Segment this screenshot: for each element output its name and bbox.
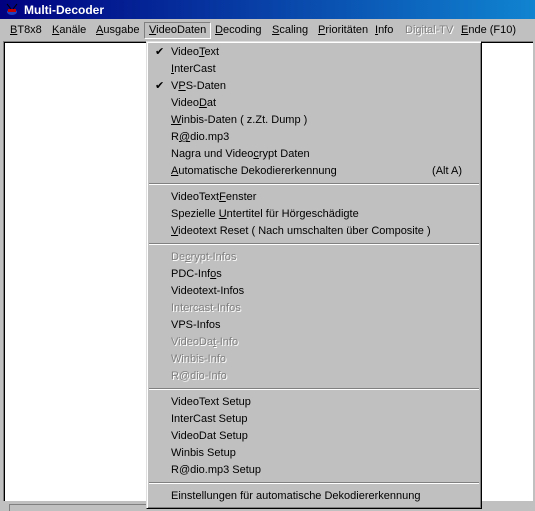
title-bar[interactable]: Multi-Decoder — [0, 0, 535, 19]
label-part: Video — [171, 46, 199, 58]
menu-separator — [148, 240, 480, 249]
label-part: utomatische Dekodiererkennung — [178, 165, 337, 177]
checkmark-icon: ✔ — [155, 80, 165, 92]
menu-item-videodat-info[interactable]: VideoDat-Info — [148, 334, 480, 351]
label-part: Video — [171, 97, 199, 109]
menu-videodaten[interactable]: VideoDaten — [144, 22, 212, 39]
label-part: VPS-Infos — [171, 319, 221, 331]
label-part: at — [206, 97, 217, 109]
menu-item-videotext[interactable]: ✔ VideoText — [148, 44, 480, 61]
label-part: Intercast-Infos — [171, 302, 241, 314]
label-part: nfo — [378, 24, 394, 36]
label-part: ecoding — [222, 24, 262, 36]
videodaten-dropdown-menu: ✔ VideoText InterCast ✔ VPS-Daten VideoDat Win… — [146, 41, 482, 509]
menu-item-einstellungen-f-r-automatische-dekodiererkennung[interactable]: Einstellungen für automatische Dekodiere… — [148, 488, 480, 505]
label-part: s — [216, 268, 222, 280]
window-title: Multi-Decoder — [24, 3, 105, 17]
menu-decoding[interactable]: Decoding — [215, 24, 262, 36]
mnemonic-letter: @ — [178, 131, 191, 143]
label-part: InterCast Setup — [171, 413, 248, 425]
menu-ausgabe[interactable]: Ausgabe — [96, 24, 139, 36]
menu-separator — [148, 385, 480, 394]
label-part: VideoDat Setup — [171, 430, 248, 442]
label-part: Winbis Setup — [171, 447, 236, 459]
menu-bar: BT8x8 Kanäle Ausgabe VideoDaten Decoding Scal… — [0, 20, 535, 41]
menu-ende-f10[interactable]: Ende (F10) — [461, 24, 516, 36]
mnemonic-letter: D — [215, 24, 223, 36]
label-part: Winbis-Info — [171, 353, 227, 365]
shortcut-label: (Alt A) — [432, 165, 462, 177]
menu-item-spezielle-untertitel-f-r-h-rgesch-digte[interactable]: Spezielle Untertitel für Hörgeschädigte — [148, 206, 480, 223]
label-part: Spezielle — [171, 208, 219, 220]
menu-item-videotextfenster[interactable]: VideoTextFenster — [148, 189, 480, 206]
app-satellite-icon[interactable] — [5, 3, 19, 16]
label-part: nde (F10) — [468, 24, 517, 36]
label-part: anäle — [59, 24, 87, 36]
menu-item-videodat-setup[interactable]: VideoDat Setup — [148, 428, 480, 445]
menu-item-r-dio-mp3-setup[interactable]: R@dio.mp3 Setup — [148, 462, 480, 479]
label-part: De — [171, 251, 186, 263]
menu-item-r-dio-info[interactable]: R@dio-Info — [148, 368, 480, 385]
menu-separator — [148, 180, 480, 189]
label-part: ntertitel für Hörgeschädigte — [226, 208, 359, 220]
label-part: Videotext-Infos — [171, 285, 245, 297]
menu-info[interactable]: Info — [375, 24, 393, 36]
menu-item-r-dio-mp3[interactable]: R@dio.mp3 — [148, 129, 480, 146]
menu-digital-tv[interactable]: Digital-TV — [405, 24, 453, 36]
label-part: usgabe — [103, 24, 140, 36]
label-part: ext — [204, 46, 220, 58]
menu-item-intercast-infos[interactable]: Intercast-Infos — [148, 300, 480, 317]
menu-item-videotext-infos[interactable]: Videotext-Infos — [148, 283, 480, 300]
menu-bt8x8[interactable]: BT8x8 — [10, 24, 42, 36]
mnemonic-letter: P — [178, 80, 186, 92]
label-part: R@dio-Info — [171, 370, 227, 382]
menu-item-videotext-setup[interactable]: VideoText Setup — [148, 394, 480, 411]
menu-item-pdc-infos[interactable]: PDC-Infos — [148, 266, 480, 283]
menu-item-intercast[interactable]: InterCast — [148, 61, 480, 78]
menu-item-automatische-dekodiererkennung[interactable]: Automatische Dekodiererkennung (Alt A) — [148, 163, 480, 180]
label-part: ideoDaten — [156, 24, 207, 36]
menu-item-videotext-reset-nach-umschalten-ber-composite[interactable]: Videotext Reset ( Nach umschalten über C… — [148, 223, 480, 240]
label-part: Nagra und Video — [171, 148, 254, 160]
menu-item-decrypt-infos[interactable]: Decrypt-Infos — [148, 249, 480, 266]
menu-item-nagra-und-videocrypt-daten[interactable]: Nagra und Videocrypt Daten — [148, 146, 480, 163]
label-part: dio.mp3 — [190, 131, 230, 143]
menu-item-intercast-setup[interactable]: InterCast Setup — [148, 411, 480, 428]
label-part: enster — [225, 191, 257, 203]
menu-priorit-ten[interactable]: Prioritäten — [318, 24, 368, 36]
menu-item-vps-daten[interactable]: ✔ VPS-Daten — [148, 78, 480, 95]
menu-item-videodat[interactable]: VideoDat — [148, 95, 480, 112]
label-part: R — [171, 131, 179, 143]
label-part: nterCast — [174, 63, 216, 75]
label-part: VideoDa — [171, 336, 213, 348]
label-part: PDC-Inf — [171, 268, 211, 280]
label-part: rioritäten — [325, 24, 369, 36]
label-part: ideotext Reset ( Nach umschalten über Co… — [178, 225, 431, 237]
menu-item-winbis-daten-z-zt-dump[interactable]: Winbis-Daten ( z.Zt. Dump ) — [148, 112, 480, 129]
label-part: VideoText Setup — [171, 396, 251, 408]
mnemonic-letter: U — [218, 208, 227, 220]
menu-scaling[interactable]: Scaling — [272, 24, 308, 36]
menu-item-winbis-info[interactable]: Winbis-Info — [148, 351, 480, 368]
checkmark-icon: ✔ — [155, 46, 165, 58]
label-part: VideoText — [171, 191, 220, 203]
label-part: Digital-TV — [405, 24, 454, 36]
menu-separator — [148, 479, 480, 488]
mnemonic-letter: F — [219, 191, 226, 203]
label-part: -Info — [216, 336, 239, 348]
label-part: Einstellungen für automatische Dekodiere… — [171, 490, 421, 502]
label-part: rypt-Infos — [190, 251, 237, 263]
label-part: T8x8 — [17, 24, 42, 36]
mnemonic-letter: W — [171, 114, 182, 126]
label-part: inbis-Daten ( z.Zt. Dump ) — [181, 114, 308, 126]
label-part: R@dio.mp3 Setup — [171, 464, 262, 476]
menu-kan-le[interactable]: Kanäle — [52, 24, 86, 36]
menu-item-winbis-setup[interactable]: Winbis Setup — [148, 445, 480, 462]
menu-item-vps-infos[interactable]: VPS-Infos — [148, 317, 480, 334]
mnemonic-letter: D — [198, 97, 207, 109]
label-part: S-Daten — [185, 80, 227, 92]
label-part: rypt Daten — [258, 148, 310, 160]
label-part: caling — [279, 24, 309, 36]
